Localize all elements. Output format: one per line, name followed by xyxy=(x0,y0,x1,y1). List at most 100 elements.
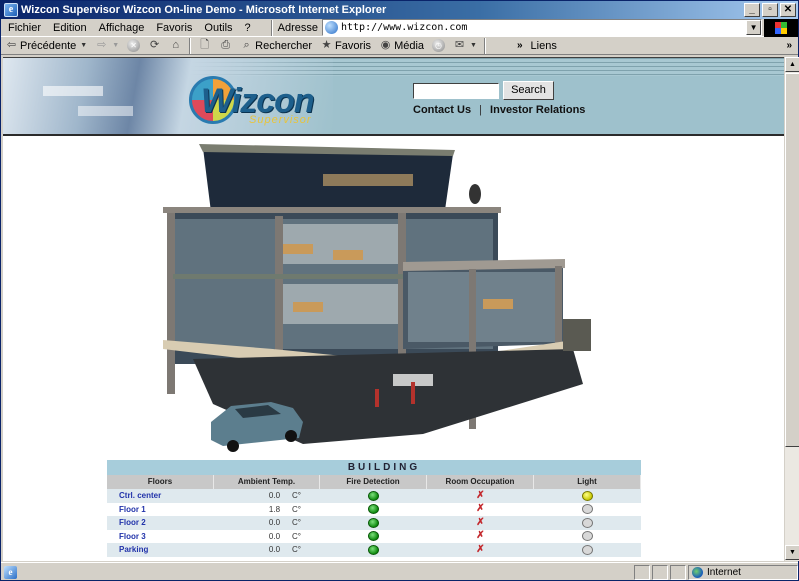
light-status-indicator-icon[interactable] xyxy=(582,531,593,542)
toolbar-separator-2 xyxy=(483,37,486,54)
fire-status-indicator-icon[interactable] xyxy=(368,504,379,515)
floor-link[interactable]: Ctrl. center xyxy=(107,489,214,503)
print-button[interactable]: ⎙ xyxy=(215,39,236,52)
menu-outils[interactable]: Outils xyxy=(198,22,238,34)
fire-cell xyxy=(320,530,427,544)
mail-button[interactable]: ✉ ▼ xyxy=(449,39,481,52)
desk xyxy=(293,302,323,312)
building-illustration[interactable] xyxy=(153,144,603,454)
address-dropdown-button[interactable]: ▼ xyxy=(746,20,762,35)
floor-link[interactable]: Floor 1 xyxy=(107,503,214,517)
scroll-thumb[interactable] xyxy=(785,73,799,447)
back-label: Précédente xyxy=(20,39,77,52)
floor-link[interactable]: Parking xyxy=(107,543,214,557)
car-wheel xyxy=(227,440,239,452)
site-search-input[interactable] xyxy=(413,83,499,99)
column-header-occupation: Room Occupation xyxy=(427,475,534,489)
security-zone: Internet xyxy=(688,564,798,580)
fire-status-indicator-icon[interactable] xyxy=(368,517,379,528)
printer-icon: ⎙ xyxy=(221,39,231,51)
desk xyxy=(483,299,513,309)
mail-dropdown-icon[interactable]: ▼ xyxy=(470,42,477,49)
temp-value: 0.0 xyxy=(268,518,281,527)
title-bar: e Wizcon Supervisor Wizcon On-line Demo … xyxy=(1,1,798,19)
occupation-person-icon[interactable]: ✗ xyxy=(476,490,484,501)
back-button[interactable]: ⇦ Précédente ▼ xyxy=(1,39,91,52)
links-overflow-chevron[interactable]: » xyxy=(786,40,792,51)
menu-fichier[interactable]: Fichier xyxy=(1,22,47,34)
stop-button[interactable]: ✕ xyxy=(123,39,144,52)
internet-globe-icon xyxy=(692,566,703,578)
media-button[interactable]: ◉ Média xyxy=(375,39,428,52)
fire-status-indicator-icon[interactable] xyxy=(368,544,379,555)
occupation-cell: ✗ xyxy=(427,516,534,530)
search-button[interactable]: ⌕ Rechercher xyxy=(236,39,316,52)
refresh-button[interactable]: ⟳ xyxy=(144,39,165,52)
address-input[interactable]: http://www.wizcon.com ▼ xyxy=(322,19,763,36)
temp-value: 0.0 xyxy=(268,531,281,541)
scroll-up-button[interactable]: ▲ xyxy=(785,57,799,72)
back-dropdown-icon[interactable]: ▼ xyxy=(80,42,87,49)
banner-streak xyxy=(43,86,103,96)
floor-link[interactable]: Floor 3 xyxy=(107,530,214,544)
fire-status-indicator-icon[interactable] xyxy=(368,531,379,542)
restore-button[interactable]: ▫ xyxy=(762,3,778,17)
print-preview-button[interactable]: 🗋 xyxy=(194,39,215,52)
fire-cell xyxy=(320,503,427,517)
occupation-person-icon[interactable]: ✗ xyxy=(476,504,484,514)
temp-cell: 0.0 C° xyxy=(214,489,320,503)
status-panel xyxy=(670,564,686,580)
fire-cell xyxy=(320,489,427,503)
favorites-button[interactable]: ★ Favoris xyxy=(316,39,375,52)
light-status-indicator-icon[interactable] xyxy=(582,490,593,501)
investor-relations-link[interactable]: Investor Relations xyxy=(490,104,585,116)
occupation-cell: ✗ xyxy=(427,543,534,557)
light-status-indicator-icon[interactable] xyxy=(582,517,593,528)
table-row: Floor 2 0.0 C° ✗ xyxy=(107,516,641,530)
light-status-indicator-icon[interactable] xyxy=(582,504,593,515)
forward-button[interactable]: ⇨ ▼ xyxy=(91,39,123,52)
address-url[interactable]: http://www.wizcon.com xyxy=(341,22,467,33)
table-row: Floor 1 1.8 C° ✗ xyxy=(107,502,641,517)
scroll-down-button[interactable]: ▼ xyxy=(785,545,799,560)
address-label: Adresse xyxy=(277,21,318,34)
menu-affichage[interactable]: Affichage xyxy=(93,22,151,34)
search-icon: ⌕ xyxy=(243,39,250,51)
windows-logo-throbber xyxy=(764,19,798,37)
menu-help[interactable]: ? xyxy=(239,22,257,34)
history-button[interactable]: ◷ xyxy=(428,39,449,52)
fire-status-indicator-icon[interactable] xyxy=(368,490,379,501)
occupation-person-icon[interactable]: ✗ xyxy=(476,517,484,528)
refresh-icon: ⟳ xyxy=(150,39,160,51)
links-toolbar[interactable]: Liens xyxy=(531,40,557,52)
floor-link[interactable]: Floor 2 xyxy=(107,516,214,530)
home-button[interactable]: ⌂ xyxy=(165,39,186,52)
contact-us-link[interactable]: Contact Us xyxy=(413,104,471,116)
zone-label: Internet xyxy=(707,566,741,578)
toolbar-overflow-chevron[interactable]: » xyxy=(517,40,523,51)
light-status-indicator-icon[interactable] xyxy=(582,544,593,555)
site-search-button[interactable]: Search xyxy=(503,81,554,100)
light-cell xyxy=(534,530,641,544)
table-body: Ctrl. center 0.0 C° ✗ Floor 1 1.8 C° ✗ Floor 2 0.… xyxy=(107,489,641,557)
close-button[interactable]: ✕ xyxy=(780,3,796,17)
column-header-fire: Fire Detection xyxy=(320,475,427,489)
occupation-person-icon[interactable]: ✗ xyxy=(476,544,484,555)
media-label: Média xyxy=(394,39,425,52)
menu-edition[interactable]: Edition xyxy=(47,22,93,34)
wizcon-logo[interactable]: Wizcon Supervisor xyxy=(187,70,337,132)
occupation-person-icon[interactable]: ✗ xyxy=(476,531,484,541)
banner-links: Contact Us | Investor Relations xyxy=(413,104,585,116)
vertical-scrollbar[interactable]: ▲ ▼ xyxy=(784,57,799,561)
fire-cell xyxy=(320,543,427,557)
mail-icon: ✉ xyxy=(454,39,465,51)
minimize-button[interactable]: _ xyxy=(744,3,760,17)
beam xyxy=(163,207,501,213)
forward-dropdown-icon[interactable]: ▼ xyxy=(112,42,119,49)
menu-favoris[interactable]: Favoris xyxy=(150,22,198,34)
temp-unit: C° xyxy=(292,491,301,500)
temp-cell: 0.0 C° xyxy=(214,530,320,544)
barrier-post xyxy=(411,382,415,404)
status-bar: e Internet xyxy=(1,562,798,581)
car-wheel xyxy=(285,430,297,442)
